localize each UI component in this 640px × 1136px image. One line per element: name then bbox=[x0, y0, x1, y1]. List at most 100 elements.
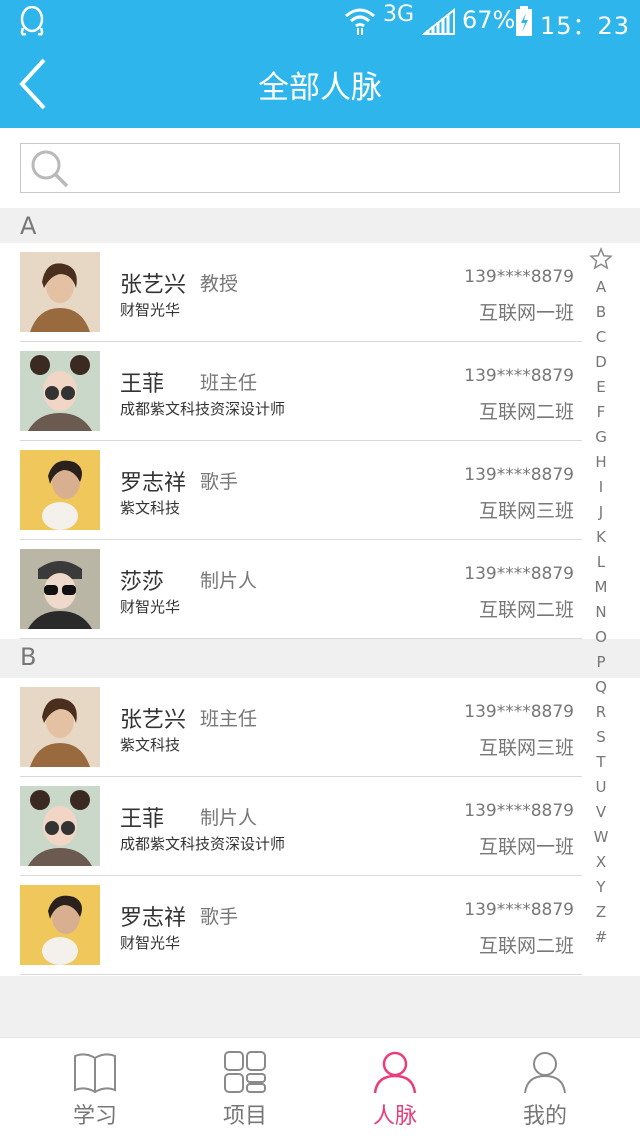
contact-role: 班主任 bbox=[200, 708, 258, 730]
contact-name: 王菲 bbox=[120, 372, 165, 397]
contact-row[interactable]: 张艺兴 班主任 紫文科技 139****8879 互联网三班 bbox=[0, 678, 640, 777]
contact-role: 班主任 bbox=[200, 372, 258, 394]
star-icon[interactable] bbox=[582, 247, 620, 275]
contact-phone: 139****8879 bbox=[464, 366, 574, 386]
contact-class: 互联网三班 bbox=[478, 500, 574, 522]
index-letter[interactable]: C bbox=[582, 325, 620, 350]
clock: 15：23 bbox=[540, 12, 631, 40]
tab-profile[interactable]: 我的 bbox=[470, 1038, 620, 1136]
contact-row[interactable]: 王菲 班主任 成都紫文科技资深设计师 139****8879 互联网二班 bbox=[0, 342, 640, 441]
section-letter: B bbox=[20, 643, 37, 671]
status-bar: 3G 67% 15：23 bbox=[0, 0, 640, 40]
index-letter[interactable]: N bbox=[582, 600, 620, 625]
index-letter[interactable]: B bbox=[582, 300, 620, 325]
index-letter[interactable]: J bbox=[582, 500, 620, 525]
contact-phone: 139****8879 bbox=[464, 900, 574, 920]
index-letter[interactable]: L bbox=[582, 550, 620, 575]
contact-role: 教授 bbox=[200, 273, 239, 295]
contact-role: 制片人 bbox=[200, 807, 258, 829]
network-type: 3G bbox=[383, 2, 415, 27]
index-letter[interactable]: Z bbox=[582, 900, 620, 925]
index-letter[interactable]: G bbox=[582, 425, 620, 450]
contact-row[interactable]: 罗志祥 歌手 紫文科技 139****8879 互联网三班 bbox=[0, 441, 640, 540]
contact-name: 罗志祥 bbox=[120, 906, 187, 931]
index-letter[interactable]: M bbox=[582, 575, 620, 600]
title-bar: 全部人脉 bbox=[0, 40, 640, 128]
tab-contacts[interactable]: 人脉 bbox=[320, 1038, 470, 1136]
contact-class: 互联网二班 bbox=[478, 401, 574, 423]
signal-icon bbox=[422, 8, 455, 35]
index-letter[interactable]: R bbox=[582, 700, 620, 725]
avatar bbox=[20, 885, 100, 965]
index-letter[interactable]: P bbox=[582, 650, 620, 675]
index-letter[interactable]: U bbox=[582, 775, 620, 800]
search-box[interactable] bbox=[20, 143, 620, 193]
search-input[interactable] bbox=[75, 150, 605, 186]
index-letter[interactable]: A bbox=[582, 275, 620, 300]
contact-row[interactable]: 罗志祥 歌手 财智光华 139****8879 互联网二班 bbox=[0, 876, 640, 975]
section-header-a: A bbox=[0, 208, 640, 243]
search-icon bbox=[31, 150, 69, 188]
avatar bbox=[20, 252, 100, 332]
index-letter[interactable]: F bbox=[582, 400, 620, 425]
contact-name: 莎莎 bbox=[120, 570, 165, 595]
contact-list-a: 张艺兴 教授 财智光华 139****8879 互联网一班 王菲 班主任 成都紫… bbox=[0, 243, 640, 639]
contact-name: 罗志祥 bbox=[120, 471, 187, 496]
index-letter[interactable]: V bbox=[582, 800, 620, 825]
section-header-b: B bbox=[0, 639, 640, 674]
contact-list-b: 张艺兴 班主任 紫文科技 139****8879 互联网三班 王菲 制片人 成都… bbox=[0, 678, 640, 976]
contact-class: 互联网二班 bbox=[478, 935, 574, 957]
contact-org: 财智光华 bbox=[120, 598, 181, 616]
contact-org: 紫文科技 bbox=[120, 736, 181, 754]
contact-role: 歌手 bbox=[200, 471, 239, 493]
contact-phone: 139****8879 bbox=[464, 267, 574, 287]
index-letter[interactable]: D bbox=[582, 350, 620, 375]
tab-study[interactable]: 学习 bbox=[20, 1038, 170, 1136]
contact-org: 财智光华 bbox=[120, 301, 181, 319]
wifi-icon bbox=[345, 8, 375, 35]
contact-class: 互联网一班 bbox=[478, 302, 574, 324]
index-letter[interactable]: X bbox=[582, 850, 620, 875]
grid-icon bbox=[224, 1051, 266, 1093]
avatar bbox=[20, 549, 100, 629]
alphabet-index[interactable]: A B C D E F G H I J K L M N O P Q R S T … bbox=[582, 247, 620, 950]
tab-projects[interactable]: 项目 bbox=[170, 1038, 320, 1136]
avatar bbox=[20, 786, 100, 866]
profile-icon bbox=[524, 1052, 566, 1094]
battery-percent: 67% bbox=[462, 6, 516, 34]
tab-label: 学习 bbox=[72, 1104, 117, 1129]
index-letter[interactable]: I bbox=[582, 475, 620, 500]
contact-phone: 139****8879 bbox=[464, 564, 574, 584]
index-letter[interactable]: W bbox=[582, 825, 620, 850]
contact-class: 互联网三班 bbox=[478, 737, 574, 759]
tab-label: 项目 bbox=[222, 1104, 267, 1129]
contact-row[interactable]: 张艺兴 教授 财智光华 139****8879 互联网一班 bbox=[0, 243, 640, 342]
contact-name: 张艺兴 bbox=[120, 708, 187, 733]
contact-org: 紫文科技 bbox=[120, 499, 181, 517]
book-icon bbox=[74, 1053, 116, 1094]
contact-role: 制片人 bbox=[200, 570, 258, 592]
contact-phone: 139****8879 bbox=[464, 702, 574, 722]
contact-row[interactable]: 莎莎 制片人 财智光华 139****8879 互联网二班 bbox=[0, 540, 640, 639]
qq-icon bbox=[20, 6, 44, 36]
contact-phone: 139****8879 bbox=[464, 465, 574, 485]
index-letter[interactable]: E bbox=[582, 375, 620, 400]
divider bbox=[20, 974, 582, 975]
contact-name: 张艺兴 bbox=[120, 273, 187, 298]
contact-class: 互联网二班 bbox=[478, 599, 574, 621]
index-letter[interactable]: T bbox=[582, 750, 620, 775]
index-letter[interactable]: Q bbox=[582, 675, 620, 700]
index-letter[interactable]: # bbox=[582, 925, 620, 950]
index-letter[interactable]: O bbox=[582, 625, 620, 650]
index-letter[interactable]: H bbox=[582, 450, 620, 475]
avatar bbox=[20, 687, 100, 767]
index-letter[interactable]: S bbox=[582, 725, 620, 750]
index-letter[interactable]: K bbox=[582, 525, 620, 550]
avatar bbox=[20, 450, 100, 530]
contact-row[interactable]: 王菲 制片人 成都紫文科技资深设计师 139****8879 互联网一班 bbox=[0, 777, 640, 876]
avatar bbox=[20, 351, 100, 431]
contact-name: 王菲 bbox=[120, 807, 165, 832]
tab-label: 人脉 bbox=[372, 1104, 417, 1129]
index-letter[interactable]: Y bbox=[582, 875, 620, 900]
person-icon bbox=[373, 1051, 417, 1094]
